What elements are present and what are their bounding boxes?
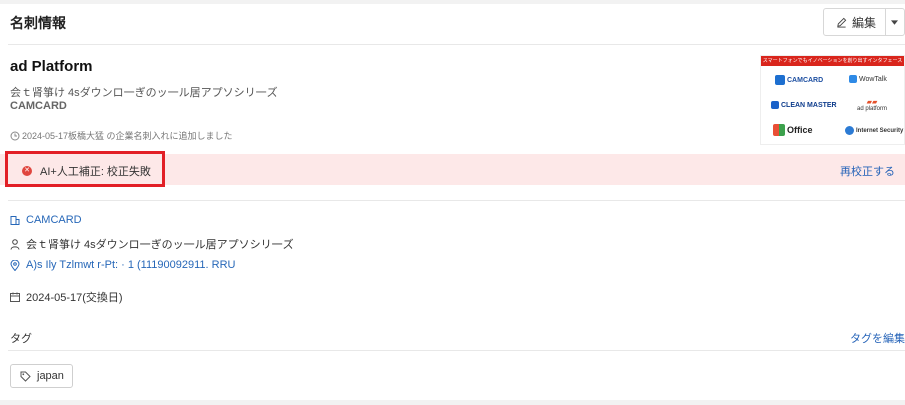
company-name: ad Platform: [10, 58, 93, 75]
edit-tags-link[interactable]: タグを編集: [850, 330, 905, 346]
edit-button-label: 編集: [852, 15, 877, 30]
recalibrate-link[interactable]: 再校正する: [840, 163, 895, 179]
tags-divider: [8, 350, 905, 351]
edit-button[interactable]: 編集: [824, 9, 885, 35]
section-divider: [8, 200, 905, 201]
banner-tagline: スマートフォンでもイノベーションを創り出すインタフェース: [761, 56, 904, 66]
department-row: 会ｔ肾箏け 4sダウンロ一ぎのッ一ル居アプソシリ一ズ: [10, 236, 294, 252]
adplatform-logo: ▰▰ ad platform: [857, 99, 888, 112]
added-note: 2024-05-17板橋大猛 の企業名刺入れに追加しました: [10, 129, 233, 142]
department-text: 会ｔ肾箏け 4sダウンロ一ぎのッ一ル居アプソシリ一ズ: [26, 239, 294, 251]
tags-heading: タグ: [10, 333, 32, 345]
office-logo: Office: [773, 124, 813, 136]
calibration-status-text: AI+人工補正: 校正失敗: [40, 166, 151, 178]
address-row: A)s Ily Tzlmwt r-Pt: · 1 (11190092911. R…: [10, 259, 235, 271]
page-title: 名刺情報: [10, 15, 66, 31]
wowtalk-logo: WowTalk: [849, 75, 887, 83]
location-pin-icon: [10, 259, 20, 271]
address-link[interactable]: A)s Ily Tzlmwt r-Pt: · 1 (11190092911. R…: [26, 259, 235, 271]
added-note-text: 2024-05-17板橋大猛 の企業名刺入れに追加しました: [22, 131, 233, 141]
edit-button-group: 編集: [823, 8, 905, 36]
date-row: 2024-05-17(交換日): [10, 289, 123, 305]
tag-chip[interactable]: japan: [10, 364, 73, 388]
person-icon: [10, 238, 20, 250]
japanese-name: 会ｔ肾箏け 4sダウンロ一ぎのッ一ル居アプソシリ一ズ: [10, 87, 278, 99]
building-icon: [10, 216, 20, 225]
exchange-date: 2024-05-17(交換日): [26, 292, 123, 304]
camcard-logo: CAMCARD: [775, 75, 823, 85]
error-icon: ✕: [22, 166, 32, 176]
tag-icon: [20, 371, 31, 382]
calendar-icon: [10, 292, 20, 302]
company-row: CAMCARD: [10, 214, 82, 226]
pencil-icon: [837, 17, 847, 28]
edit-dropdown-toggle[interactable]: [884, 9, 904, 35]
tag-chip-label: japan: [37, 370, 64, 382]
sub-name: CAMCARD: [10, 100, 67, 112]
header-divider: [8, 44, 905, 45]
caret-down-icon: [891, 19, 899, 25]
card-image[interactable]: スマートフォンでもイノベーションを創り出すインタフェース CAMCARD Wow…: [760, 55, 905, 145]
security-logo: Internet Security: [845, 126, 903, 135]
company-link[interactable]: CAMCARD: [26, 214, 82, 226]
cleanmaster-logo: CLEAN MASTER: [771, 101, 837, 109]
clock-icon: [10, 131, 20, 140]
calibration-status: ✕ AI+人工補正: 校正失敗: [22, 163, 151, 179]
